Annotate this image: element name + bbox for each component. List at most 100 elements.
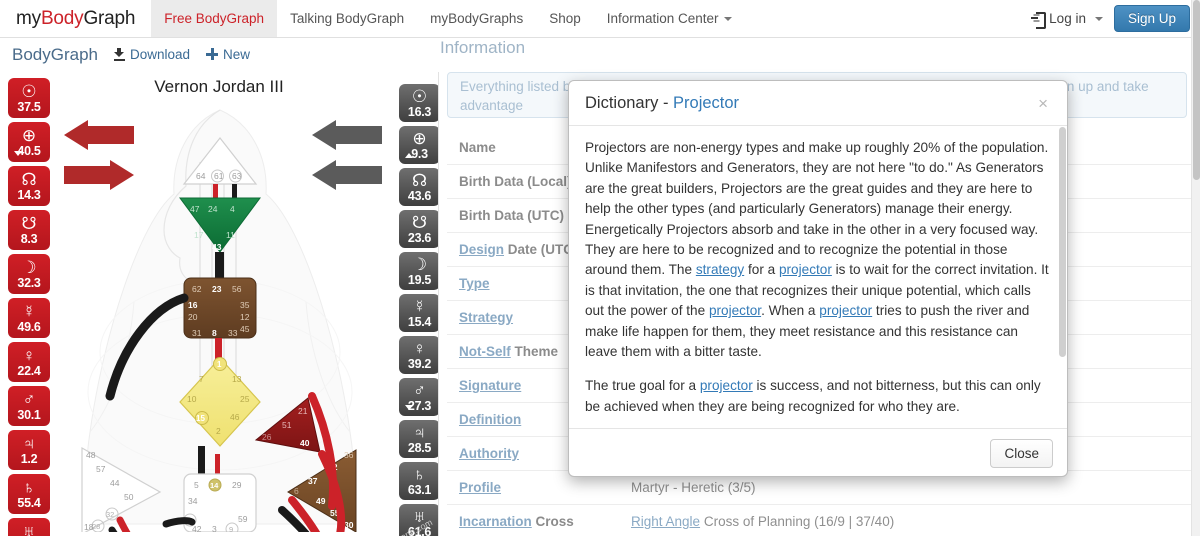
svg-text:10: 10: [187, 394, 197, 404]
row-label-link[interactable]: Authority: [459, 446, 519, 461]
planet-glyph: ☉: [411, 86, 428, 106]
svg-text:18: 18: [84, 522, 94, 532]
svg-text:50: 50: [124, 492, 134, 502]
nav-item-free-bodygraph[interactable]: Free BodyGraph: [151, 0, 278, 37]
jupiter-icon[interactable]: ♃ 1.2: [8, 430, 50, 470]
modal-title: Dictionary - Projector: [585, 94, 739, 113]
brand-part-body: Body: [40, 7, 84, 29]
north-node-icon[interactable]: ☊ 14.3: [8, 166, 50, 206]
svg-text:64: 64: [196, 171, 206, 181]
scrollbar-thumb[interactable]: [1059, 127, 1066, 357]
saturn-icon[interactable]: ♄ 55.4: [8, 474, 50, 514]
new-label: New: [223, 46, 251, 62]
row-label-link[interactable]: Definition: [459, 412, 521, 427]
row-value: Martyr - Heretic (3/5): [631, 480, 756, 495]
nav-item-mybodygraphs[interactable]: myBodyGraphs: [417, 0, 536, 37]
gate-line-value: 8.3: [20, 231, 38, 246]
venus-icon[interactable]: ♀ 39.2: [399, 336, 438, 374]
svg-text:37: 37: [308, 476, 318, 486]
gate-line-value: 22.4: [17, 363, 41, 378]
nav-item-talking-bodygraph[interactable]: Talking BodyGraph: [277, 0, 417, 37]
row-label-link[interactable]: Strategy: [459, 310, 513, 325]
page-scrollbar[interactable]: [1191, 0, 1200, 536]
mercury-icon[interactable]: ☿ 15.4: [399, 294, 438, 332]
gate-line-value: 55.4: [17, 495, 41, 510]
link-projector-3[interactable]: projector: [819, 303, 872, 318]
moon-icon[interactable]: ☽ 19.5: [399, 252, 438, 290]
new-button[interactable]: New: [206, 47, 250, 62]
planet-glyph: ⊕: [412, 128, 427, 148]
mars-icon[interactable]: ♂ 27.3: [399, 378, 438, 416]
detriment-marker-icon: [405, 153, 413, 158]
brand-part-graph: Graph: [83, 7, 136, 29]
row-label-link[interactable]: Profile: [459, 480, 501, 495]
svg-text:1: 1: [217, 360, 222, 369]
link-projector-2[interactable]: projector: [709, 303, 761, 318]
row-label: Profile: [447, 480, 627, 495]
nav-item-shop[interactable]: Shop: [536, 0, 594, 37]
information-panel-title: Information: [440, 38, 526, 57]
row-label-link[interactable]: Design: [459, 242, 504, 257]
brand-part-my: my: [16, 7, 41, 29]
mars-icon[interactable]: ♂ 30.1: [8, 386, 50, 426]
svg-text:14: 14: [210, 481, 219, 490]
planet-glyph: ☊: [411, 170, 428, 190]
row-label-link[interactable]: Not-Self: [459, 344, 511, 359]
svg-text:33: 33: [228, 328, 238, 338]
south-node-icon[interactable]: ☋ 23.6: [399, 210, 438, 248]
bodygraph-diagram[interactable]: 64 61 63 47 24 4 17 11 43 62 23 56 16 35…: [60, 102, 380, 536]
bodygraph-pane: Vernon Jordan III ☉ 37.5 ⊕ 40.5 ☊ 14.3 ☋ 8.3 ☽ 32…: [0, 72, 438, 536]
nav-label: Talking BodyGraph: [290, 11, 405, 26]
earth-icon[interactable]: ⊕ 9.3: [399, 126, 438, 164]
nav-label: Shop: [549, 11, 581, 26]
login-button[interactable]: Log in: [1022, 11, 1112, 29]
modal-scrollbar[interactable]: [1059, 127, 1066, 427]
information-panel-header: Information: [440, 38, 525, 58]
moon-icon[interactable]: ☽ 32.3: [8, 254, 50, 294]
close-button[interactable]: Close: [990, 438, 1053, 468]
planet-glyph: ♀: [22, 345, 36, 365]
earth-icon[interactable]: ⊕ 40.5: [8, 122, 50, 162]
saturn-icon[interactable]: ♄ 63.1: [399, 462, 438, 500]
signup-button[interactable]: Sign Up: [1113, 5, 1190, 32]
uranus-icon[interactable]: ♅61.5: [8, 518, 50, 536]
gate-line-value: 28.5: [407, 440, 432, 455]
exalted-marker-icon: [405, 405, 413, 410]
mercury-icon[interactable]: ☿ 49.6: [8, 298, 50, 338]
planet-glyph: ⊕: [21, 125, 37, 145]
close-icon[interactable]: ×: [1035, 93, 1051, 114]
link-strategy[interactable]: strategy: [696, 262, 744, 277]
north-node-icon[interactable]: ☊ 43.6: [399, 168, 438, 206]
table-row: Incarnation Cross Right Angle Cross of Pl…: [447, 504, 1192, 536]
south-node-icon[interactable]: ☋ 8.3: [8, 210, 50, 250]
row-label-link[interactable]: Type: [459, 276, 490, 291]
exalted-marker-icon: [14, 151, 22, 156]
personality-badge-column: ☉ 16.3 ⊕ 9.3 ☊ 43.6 ☋ 23.6 ☽ 19.5 ☿ 15.4 ♀ 39.2 ♂ 27.3 ♃…: [399, 84, 438, 536]
nav-label: myBodyGraphs: [430, 11, 524, 26]
nav-item-information-center[interactable]: Information Center: [594, 0, 745, 37]
download-button[interactable]: Download: [114, 47, 190, 62]
row-label-link[interactable]: Incarnation: [459, 514, 532, 529]
row-value-link[interactable]: Right Angle: [631, 514, 700, 529]
gate-line-value: 23.6: [407, 230, 432, 245]
link-projector-4[interactable]: projector: [700, 378, 753, 393]
jupiter-icon[interactable]: ♃ 28.5: [399, 420, 438, 458]
row-label: Incarnation Cross: [459, 514, 574, 529]
modal-title-prefix: Dictionary -: [585, 93, 674, 112]
link-projector-1[interactable]: projector: [779, 262, 832, 277]
venus-icon[interactable]: ♀ 22.4: [8, 342, 50, 382]
sun-icon[interactable]: ☉ 16.3: [399, 84, 438, 122]
svg-text:15: 15: [196, 414, 205, 423]
planet-glyph: ♂: [413, 380, 426, 400]
page-scrollbar-thumb[interactable]: [1193, 0, 1200, 180]
download-label: Download: [130, 46, 191, 62]
modal-paragraph-1: Projectors are non-energy types and make…: [585, 138, 1051, 362]
svg-text:23: 23: [212, 284, 222, 294]
sign-in-icon: [1031, 12, 1047, 29]
svg-text:8: 8: [212, 328, 217, 338]
planet-glyph: ☋: [411, 212, 428, 232]
row-label-link[interactable]: Signature: [459, 378, 521, 393]
sun-icon[interactable]: ☉ 37.5: [8, 78, 50, 118]
gate-line-value: 1.2: [20, 451, 38, 466]
brand-logo[interactable]: my Body Graph: [0, 0, 151, 37]
